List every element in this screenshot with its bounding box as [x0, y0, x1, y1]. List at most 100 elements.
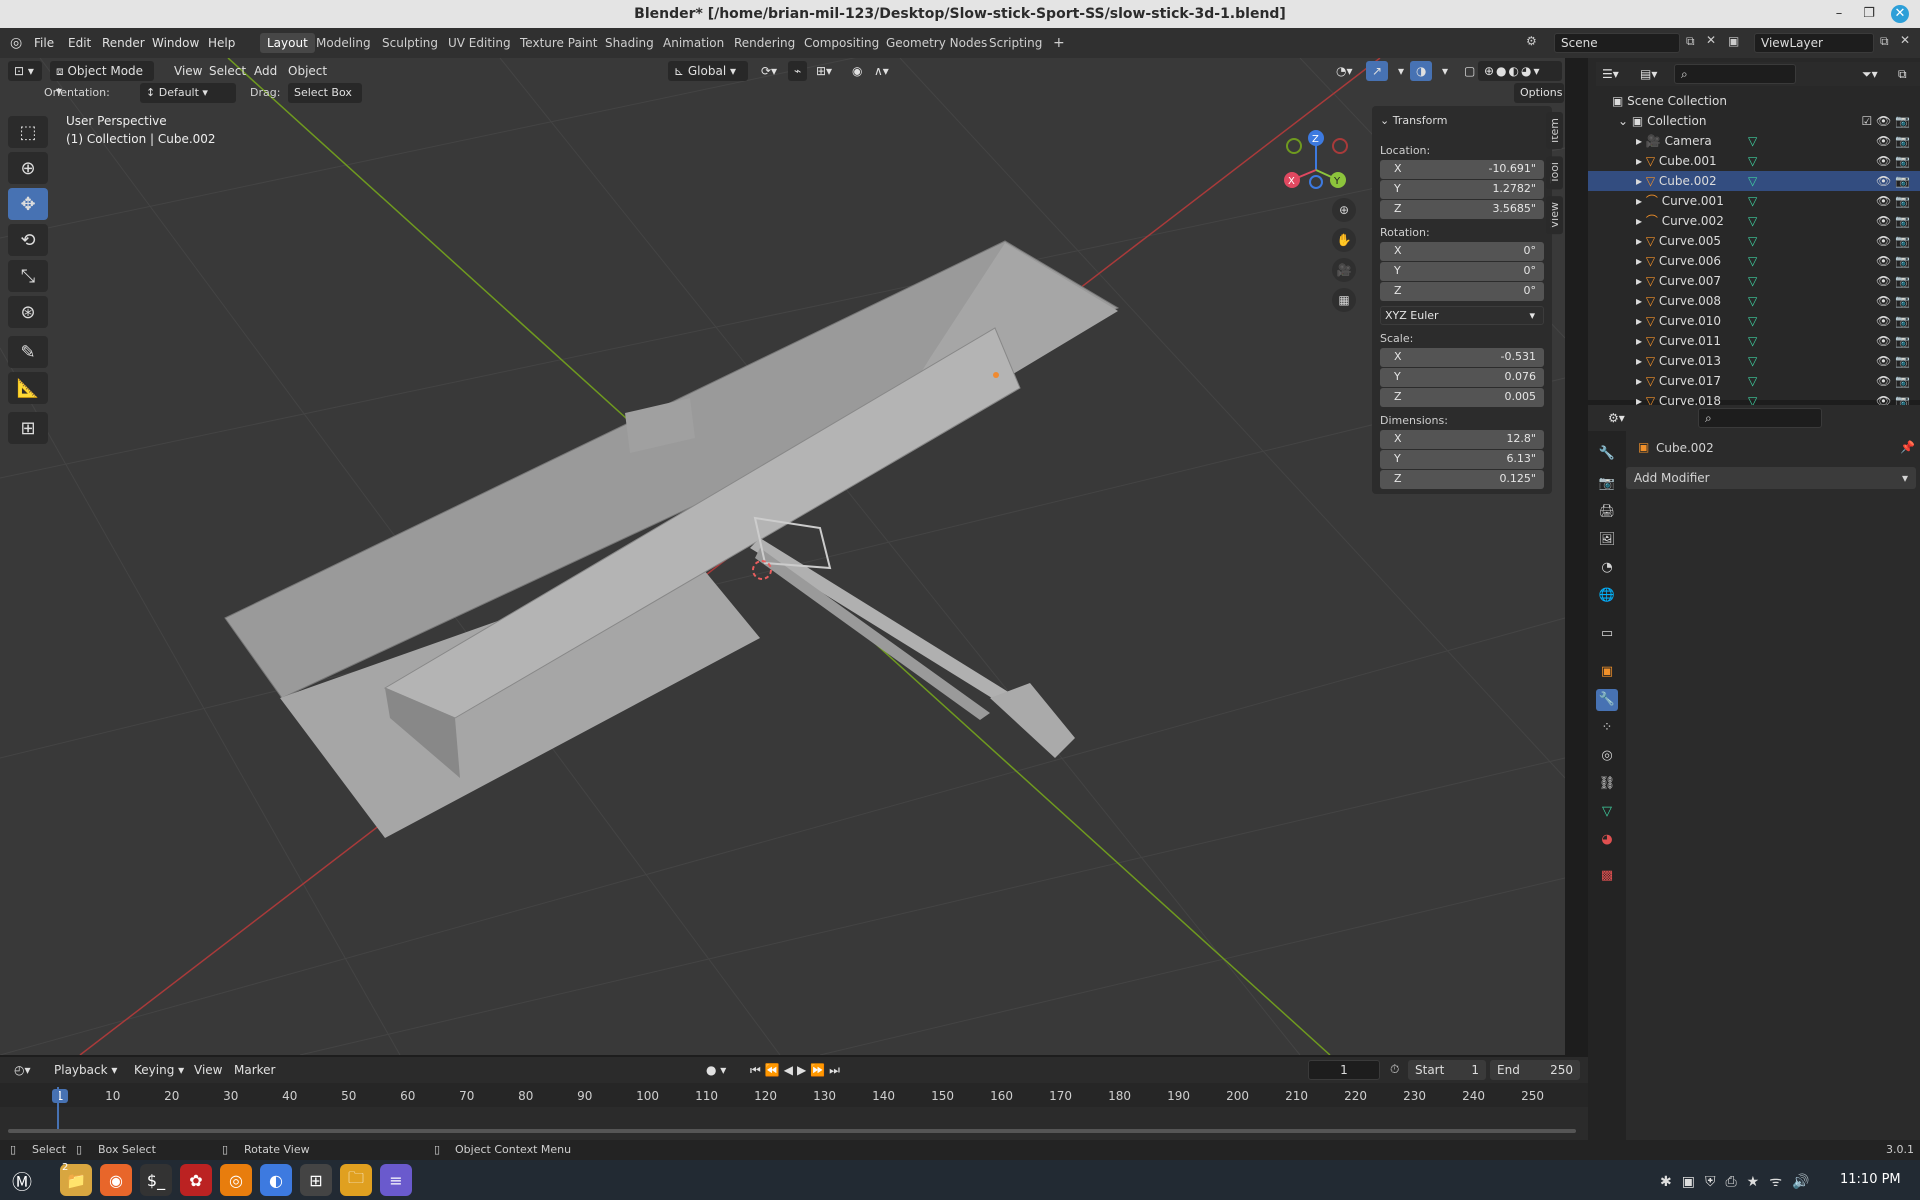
viewport-menu-select[interactable]: Select: [203, 61, 252, 81]
add-cube-tool-icon[interactable]: ⊞: [8, 412, 48, 444]
timeline-menu-marker[interactable]: Marker: [228, 1060, 281, 1080]
cursor-tool-icon[interactable]: ⊕: [8, 152, 48, 184]
measure-tool-icon[interactable]: 📐: [8, 372, 48, 404]
render-tab-icon[interactable]: 📷: [1596, 473, 1618, 495]
orientation-select[interactable]: ↕ Default ▾: [140, 83, 236, 103]
expand-icon[interactable]: ▸: [1636, 274, 1642, 288]
tab-rendering[interactable]: Rendering: [727, 33, 802, 53]
3d-cursor-icon[interactable]: [752, 560, 772, 580]
timeline-ruler[interactable]: 1 10 20 30 40 50 60 70 80 90 100 110 120 130 140 150 160…: [0, 1083, 1588, 1107]
expand-icon[interactable]: ▸: [1636, 174, 1642, 188]
expand-icon[interactable]: ▸: [1636, 314, 1642, 328]
pivot-icon[interactable]: ⟳▾: [755, 61, 783, 81]
text-editor-icon[interactable]: ≡: [380, 1164, 412, 1196]
end-frame-field[interactable]: End 250: [1490, 1060, 1580, 1080]
tray-icons[interactable]: ✱▣⛨⎙★ᯤ🔊: [1660, 1172, 1819, 1191]
visibility-icons[interactable]: ☑ 👁 📷: [1861, 111, 1910, 131]
data-tab-icon[interactable]: ▽: [1596, 801, 1618, 823]
menu-edit[interactable]: Edit: [68, 34, 91, 52]
timeline-editor-type-icon[interactable]: ◴▾: [8, 1060, 37, 1080]
rotation-x-field[interactable]: X 0°: [1380, 242, 1544, 261]
snap-settings-icon[interactable]: ⊞▾: [810, 61, 838, 81]
scene-collection-row[interactable]: ▣ Scene Collection: [1588, 91, 1920, 111]
outliner-item[interactable]: ▸ ▽ Curve.011 ▽ 👁 📷: [1588, 331, 1920, 351]
object-tab-icon[interactable]: ▣: [1596, 661, 1618, 683]
overlay-menu-icon[interactable]: ▾: [1436, 61, 1454, 81]
new-scene-icon[interactable]: ⧉: [1686, 34, 1695, 49]
scale-y-field[interactable]: Y 0.076: [1380, 368, 1544, 387]
auto-key-icon[interactable]: ● ▾: [700, 1060, 732, 1080]
collection-tab-icon[interactable]: ▭: [1596, 623, 1618, 645]
rotation-mode-select[interactable]: XYZ Euler ▾: [1380, 306, 1544, 325]
tab-compositing[interactable]: Compositing: [797, 33, 886, 53]
visibility-icons[interactable]: 👁 📷: [1876, 231, 1910, 251]
outliner-item[interactable]: ▸ ▽ Curve.013 ▽ 👁 📷: [1588, 351, 1920, 371]
menu-window[interactable]: Window: [152, 34, 199, 52]
visibility-icons[interactable]: 👁 📷: [1876, 291, 1910, 311]
scene-field[interactable]: Scene: [1554, 33, 1680, 53]
expand-icon[interactable]: ▸: [1636, 214, 1642, 228]
scale-x-field[interactable]: X -0.531: [1380, 348, 1544, 367]
view-layer-tab-icon[interactable]: 🖼: [1596, 529, 1618, 551]
outliner-item[interactable]: ▸ ▽ Cube.001 ▽ 👁 📷: [1588, 151, 1920, 171]
close-button[interactable]: ✕: [1891, 5, 1909, 23]
output-tab-icon[interactable]: 🖨: [1596, 501, 1618, 523]
visibility-icons[interactable]: 👁 📷: [1876, 191, 1910, 211]
pan-hand-icon[interactable]: ✋: [1332, 228, 1356, 252]
ortho-grid-icon[interactable]: ▦: [1332, 288, 1356, 312]
annotate-tool-icon[interactable]: ✎: [8, 336, 48, 368]
transform-orientation-select[interactable]: ⊾ Global ▾: [668, 61, 748, 81]
falloff-icon[interactable]: ∧▾: [868, 61, 895, 81]
expand-icon[interactable]: ▸: [1636, 154, 1642, 168]
expand-icon[interactable]: ▸: [1636, 194, 1642, 208]
editor-type-button[interactable]: ⊡ ▾: [8, 61, 42, 81]
visibility-icons[interactable]: 👁 📷: [1876, 171, 1910, 191]
shading-modes[interactable]: ⊕●◐◕▾: [1478, 61, 1562, 81]
visibility-icon[interactable]: ◔▾: [1330, 61, 1359, 81]
viewport-menu-object[interactable]: Object: [282, 61, 333, 81]
location-z-field[interactable]: Z 3.5685": [1380, 200, 1544, 219]
select-box-tool-icon[interactable]: ⬚: [8, 116, 48, 148]
particles-tab-icon[interactable]: ⁘: [1596, 717, 1618, 739]
zoom-icon[interactable]: ⊕: [1332, 198, 1356, 222]
gizmo-toggle-icon[interactable]: ↗: [1366, 61, 1389, 81]
add-modifier-button[interactable]: Add Modifier ▾: [1626, 467, 1916, 489]
world-tab-icon[interactable]: 🌐: [1596, 585, 1618, 607]
maximize-button[interactable]: ❐: [1860, 5, 1878, 23]
new-collection-icon[interactable]: ⧉: [1892, 64, 1913, 84]
outliner-item[interactable]: ▸ ▽ Curve.005 ▽ 👁 📷: [1588, 231, 1920, 251]
outliner-item[interactable]: ▸ ⌒ Curve.001 ▽ 👁 📷: [1588, 191, 1920, 211]
dimensions-y-field[interactable]: Y 6.13": [1380, 450, 1544, 469]
tab-animation[interactable]: Animation: [656, 33, 731, 53]
texture-tab-icon[interactable]: ▩: [1596, 865, 1618, 887]
add-workspace-icon[interactable]: +: [1046, 33, 1072, 53]
outliner-item[interactable]: ▸ ▽ Curve.007 ▽ 👁 📷: [1588, 271, 1920, 291]
visibility-icons[interactable]: 👁 📷: [1876, 211, 1910, 231]
visibility-icons[interactable]: 👁 📷: [1876, 131, 1910, 151]
timeline-menu-playback[interactable]: Playback ▾: [48, 1060, 123, 1080]
expand-icon[interactable]: ▸: [1636, 134, 1642, 148]
filter-icon[interactable]: ⏷▾: [1856, 64, 1884, 84]
delete-scene-icon[interactable]: ✕: [1706, 33, 1716, 47]
visibility-icons[interactable]: 👁 📷: [1876, 371, 1910, 391]
new-view-layer-icon[interactable]: ⧉: [1880, 34, 1889, 49]
expand-icon[interactable]: ▸: [1636, 374, 1642, 388]
rotation-y-field[interactable]: Y 0°: [1380, 262, 1544, 281]
tab-scripting[interactable]: Scripting: [982, 33, 1049, 53]
visibility-icons[interactable]: 👁 📷: [1876, 151, 1910, 171]
menu-render[interactable]: Render: [102, 34, 145, 52]
tab-layout[interactable]: Layout: [260, 33, 315, 53]
tool-tab-icon[interactable]: 🔧: [1596, 443, 1618, 465]
properties-editor-type-icon[interactable]: ⚙▾: [1602, 408, 1631, 428]
scale-z-field[interactable]: Z 0.005: [1380, 388, 1544, 407]
outliner-search-input[interactable]: ⌕: [1674, 64, 1796, 84]
transform-header[interactable]: ⌄ Transform: [1380, 114, 1447, 127]
timeline-scrollbar[interactable]: [8, 1129, 1576, 1133]
constraints-tab-icon[interactable]: ⛓: [1596, 773, 1618, 795]
snap-icon[interactable]: ⌁: [788, 61, 808, 81]
visibility-icons[interactable]: 👁 📷: [1876, 271, 1910, 291]
drag-select[interactable]: Select Box: [288, 83, 362, 103]
expand-icon[interactable]: ▸: [1636, 334, 1642, 348]
rotate-tool-icon[interactable]: ⟲: [8, 224, 48, 256]
menu-help[interactable]: Help: [208, 34, 235, 52]
